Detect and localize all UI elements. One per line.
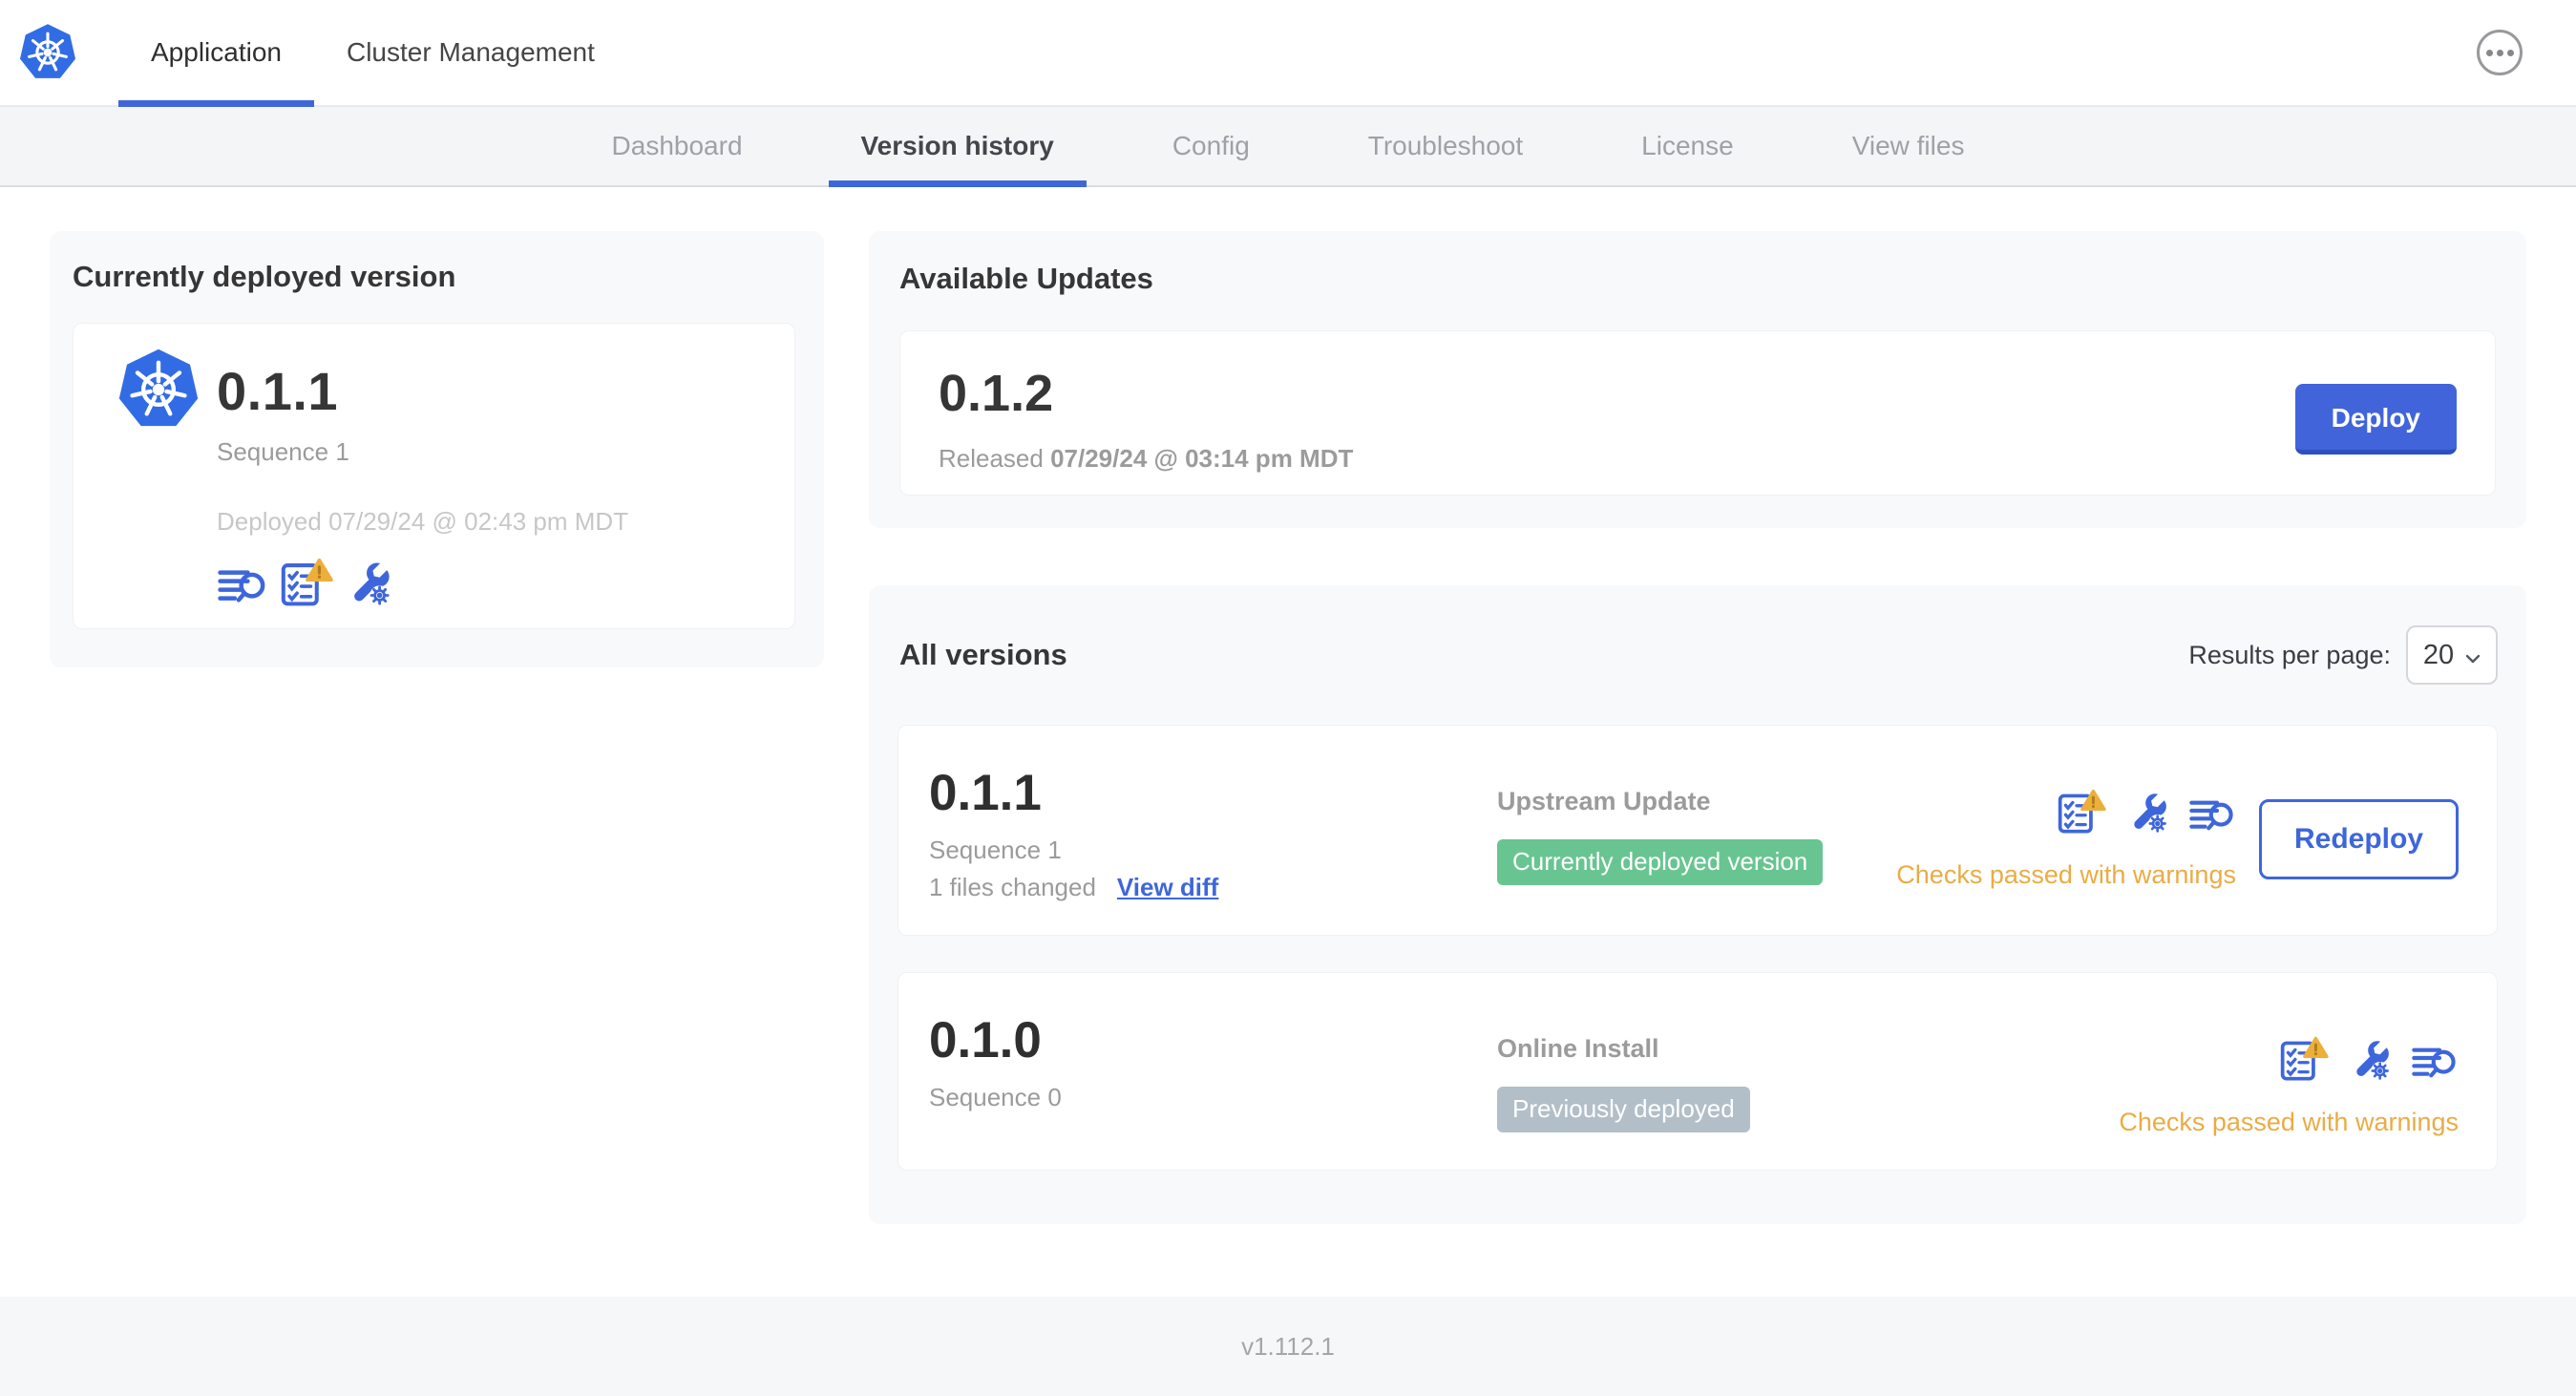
current-version-deployed-at: Deployed 07/29/24 @ 02:43 pm MDT	[217, 507, 629, 536]
redeploy-button[interactable]: Redeploy	[2258, 799, 2459, 879]
row-version-number: 0.1.0	[929, 1012, 1042, 1068]
tab-application[interactable]: Application	[118, 0, 314, 107]
top-header: Application Cluster Management	[0, 0, 2576, 107]
tab-cluster-management-label: Cluster Management	[346, 37, 595, 67]
version-row-0-1-1: 0.1.1 Sequence 1 1 files changed View dif…	[897, 725, 2498, 936]
version-row-0-1-0: 0.1.0 Sequence 0 Online Install Previous…	[897, 972, 2498, 1171]
currently-deployed-badge: Currently deployed version	[1497, 839, 1824, 885]
subnav-config[interactable]: Config	[1113, 107, 1309, 185]
row-sequence: Sequence 1	[929, 835, 1062, 864]
overflow-menu-button[interactable]	[2477, 30, 2523, 75]
row-files-changed: 1 files changed View diff	[929, 873, 1219, 901]
preflight-checks-warning-icon[interactable]	[2279, 1036, 2329, 1087]
subnav-troubleshoot[interactable]: Troubleshoot	[1309, 107, 1582, 185]
deploy-button[interactable]: Deploy	[2294, 383, 2457, 455]
ellipsis-icon	[2485, 49, 2493, 56]
app-logo-icon	[116, 347, 201, 433]
tab-application-label: Application	[151, 37, 282, 67]
results-per-page-select[interactable]: 20	[2406, 625, 2498, 685]
update-version-number: 0.1.2	[939, 365, 1054, 422]
results-per-page-label: Results per page:	[2188, 640, 2391, 669]
current-version-sequence: Sequence 1	[217, 437, 349, 466]
preflight-checks-warning-icon[interactable]	[280, 558, 333, 607]
chevron-down-icon	[2465, 640, 2481, 671]
subnav-view-files[interactable]: View files	[1793, 107, 2024, 185]
row-checks-status: Checks passed with warnings	[2119, 1108, 2459, 1136]
subnav-license[interactable]: License	[1582, 107, 1793, 185]
app-root: Application Cluster Management Dashboard…	[0, 0, 2576, 1396]
current-version-number: 0.1.1	[217, 361, 339, 421]
row-checks-status: Checks passed with warnings	[1896, 860, 2236, 889]
subnav-version-history[interactable]: Version history	[802, 107, 1113, 187]
current-version-title: Currently deployed version	[73, 260, 456, 293]
kubernetes-logo-icon	[17, 0, 78, 105]
console-version: v1.112.1	[1241, 1331, 1335, 1361]
app-footer: v1.112.1	[0, 1297, 2576, 1396]
config-wrench-icon[interactable]	[345, 560, 392, 607]
all-versions-title: All versions	[899, 638, 1067, 671]
config-wrench-icon[interactable]	[2125, 791, 2169, 839]
subnav-dashboard[interactable]: Dashboard	[553, 107, 802, 185]
update-released-at: Released 07/29/24 @ 03:14 pm MDT	[939, 444, 1354, 473]
row-source-label: Online Install	[1497, 1034, 1659, 1063]
deploy-logs-icon[interactable]	[2411, 1044, 2459, 1087]
row-source-label: Upstream Update	[1497, 787, 1711, 815]
available-updates-title: Available Updates	[899, 262, 1153, 295]
preflight-checks-warning-icon[interactable]	[2057, 789, 2106, 839]
top-nav: Application Cluster Management	[118, 0, 627, 107]
app-subnav: Dashboard Version history Config Trouble…	[0, 107, 2576, 187]
config-wrench-icon[interactable]	[2348, 1038, 2392, 1087]
all-versions-panel: All versions Results per page: 20 0.1.1	[869, 585, 2526, 1224]
view-diff-link[interactable]: View diff	[1117, 873, 1218, 901]
row-version-number: 0.1.1	[929, 765, 1042, 821]
tab-cluster-management[interactable]: Cluster Management	[314, 0, 627, 105]
deploy-logs-icon[interactable]	[217, 565, 268, 607]
current-version-card: 0.1.1 Sequence 1 Deployed 07/29/24 @ 02:…	[73, 323, 795, 629]
available-updates-panel: Available Updates 0.1.2 Released 07/29/2…	[869, 231, 2526, 528]
previously-deployed-badge: Previously deployed	[1497, 1087, 1750, 1132]
main-content: Currently deployed version 0.1.1 Sequenc…	[0, 187, 2576, 1224]
deploy-logs-icon[interactable]	[2188, 796, 2236, 839]
row-sequence: Sequence 0	[929, 1083, 1062, 1111]
current-version-panel: Currently deployed version 0.1.1 Sequenc…	[50, 231, 824, 667]
available-update-card: 0.1.2 Released 07/29/24 @ 03:14 pm MDT D…	[899, 330, 2496, 496]
